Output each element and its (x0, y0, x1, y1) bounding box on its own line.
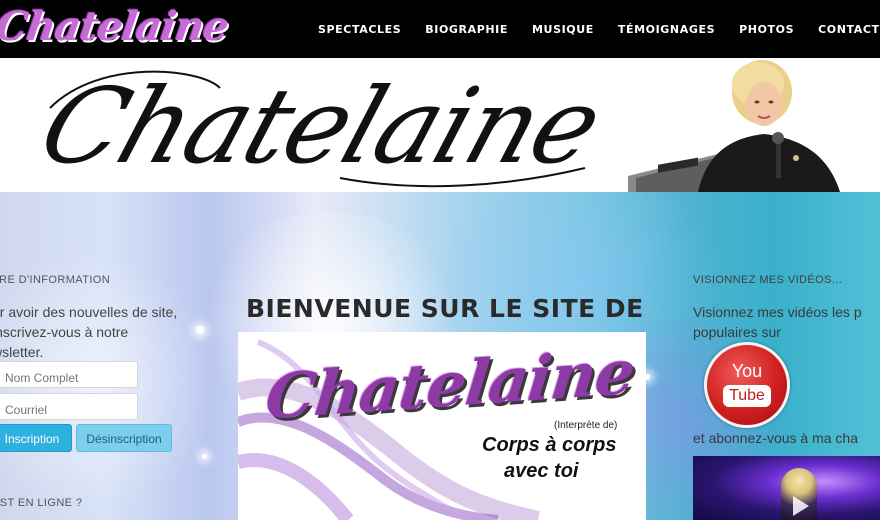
video-thumbnail[interactable] (693, 456, 880, 520)
poster-song-title-line2: avec toi (504, 460, 579, 482)
welcome-title: BIENVENUE SUR LE SITE DE (246, 294, 644, 323)
nav-item-photos[interactable]: PHOTOS (739, 23, 794, 36)
videos-description-line1: Visionnez mes vidéos les p (693, 304, 862, 320)
site-logo[interactable]: Chatelaine (0, 2, 231, 52)
youtube-tube-text: Tube (723, 385, 771, 407)
nav-item-spectacles[interactable]: SPECTACLES (318, 23, 401, 36)
singer-portrait-image (628, 58, 850, 192)
nav-item-temoignages[interactable]: TÉMOIGNAGES (618, 23, 715, 36)
unsubscribe-button[interactable]: Désinscription (76, 424, 172, 452)
youtube-you-text: You (731, 361, 763, 381)
youtube-logo-icon[interactable]: You Tube (704, 342, 790, 428)
videos-heading: VISIONNEZ MES VIDÉOS... (693, 274, 843, 286)
play-icon[interactable] (793, 496, 809, 516)
nav-item-musique[interactable]: MUSIQUE (532, 23, 594, 36)
videos-description: Visionnez mes vidéos les p populaires su… (693, 302, 880, 342)
online-users-heading: EST EN LIGNE ? (0, 497, 83, 509)
newsletter-description: ur avoir des nouvelles de site, inscrive… (0, 304, 178, 360)
poster-interprete-label: (Interprète de) (554, 420, 618, 431)
poster-song-title-line1: Corps à corps (482, 434, 617, 456)
name-input[interactable] (0, 361, 138, 388)
main-menu: SPECTACLES BIOGRAPHIE MUSIQUE TÉMOIGNAGE… (306, 0, 880, 58)
top-navbar: Chatelaine SPECTACLES BIOGRAPHIE MUSIQUE… (0, 0, 880, 58)
videos-description-line2: populaires sur (693, 324, 781, 340)
nav-item-biographie[interactable]: BIOGRAPHIE (425, 23, 508, 36)
subscribe-channel-text: et abonnez-vous à ma cha (693, 430, 858, 446)
subscribe-button[interactable]: Inscription (0, 424, 72, 452)
email-input[interactable] (0, 393, 138, 420)
sparkle-decoration (196, 326, 204, 334)
album-poster-image[interactable]: Chatelaine (Interprète de) Corps à corps… (238, 332, 646, 520)
sparkle-decoration (202, 454, 207, 459)
header-banner: Chatelaine (0, 58, 880, 192)
banner-swash-decoration (49, 70, 586, 188)
nav-item-contact[interactable]: CONTACT (818, 23, 880, 36)
newsletter-heading: TRE D'INFORMATION (0, 274, 111, 286)
main-content-area: TRE D'INFORMATION ur avoir des nouvelles… (0, 192, 880, 520)
